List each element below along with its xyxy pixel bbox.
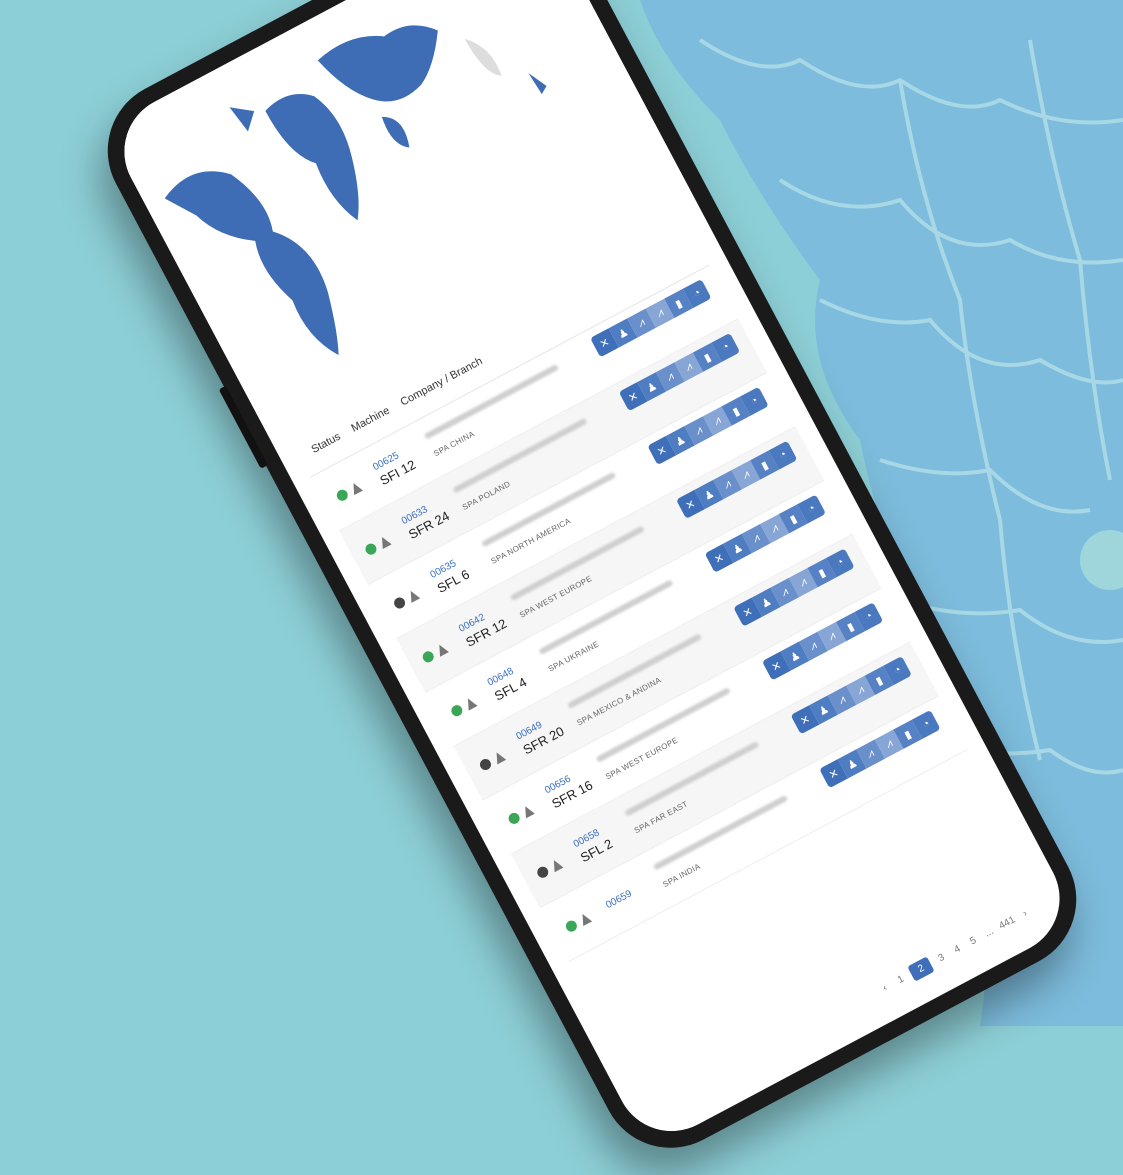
machine-type-icon xyxy=(520,803,535,818)
page-3-button[interactable]: 3 xyxy=(934,950,950,965)
status-cell xyxy=(563,902,610,934)
chart-icon: ⩘ xyxy=(778,585,791,599)
status-indicator-icon xyxy=(449,702,465,718)
gauge-icon: ◔ xyxy=(720,340,732,355)
chart-icon: ⩘ xyxy=(721,477,733,492)
status-cell xyxy=(334,471,381,503)
status-cell xyxy=(535,848,581,880)
machine-cell: 00642 SFR 12 xyxy=(457,597,523,650)
chart-icon: ⩘ xyxy=(883,736,895,751)
wrench-icon: ✕ xyxy=(683,497,698,513)
chart-icon: ⩘ xyxy=(807,639,819,653)
person-icon: ♟ xyxy=(845,756,860,772)
gauge-icon: ◔ xyxy=(777,448,789,462)
chart-icon: ⩘ xyxy=(836,692,848,707)
branch-name: SPA INDIA xyxy=(661,861,702,890)
wrench-icon: ✕ xyxy=(826,766,841,782)
status-cell xyxy=(506,794,552,826)
wrench-icon: ✕ xyxy=(740,605,755,621)
person-icon: ♟ xyxy=(673,433,688,449)
phone-icon: ▮ xyxy=(873,674,885,688)
page-5-button[interactable]: 5 xyxy=(965,934,981,949)
status-indicator-icon xyxy=(563,918,579,934)
chart-icon: ⩘ xyxy=(797,575,809,589)
chart-icon: ⩘ xyxy=(692,423,705,438)
status-indicator-icon xyxy=(506,810,522,826)
status-indicator-icon xyxy=(420,648,436,664)
page-ellipsis: ... xyxy=(982,925,996,940)
phone-icon: ▮ xyxy=(845,620,857,634)
chart-icon: ⩘ xyxy=(864,746,876,761)
page-1-button[interactable]: 1 xyxy=(893,972,909,987)
machine-type-icon xyxy=(434,641,449,657)
machine-type-icon xyxy=(463,695,478,711)
machine-type-icon xyxy=(491,749,506,765)
phone-icon: ▮ xyxy=(902,728,914,742)
wrench-icon: ✕ xyxy=(769,658,784,674)
machine-type-icon xyxy=(406,588,421,603)
page-4-button[interactable]: 4 xyxy=(950,942,966,957)
status-indicator-icon xyxy=(363,541,379,557)
wrench-icon: ✕ xyxy=(712,551,727,567)
person-icon: ♟ xyxy=(816,702,831,719)
status-cell xyxy=(391,579,438,610)
chart-icon: ⩘ xyxy=(654,306,666,320)
gauge-icon: ◔ xyxy=(891,663,904,678)
status-indicator-icon xyxy=(535,864,550,880)
person-icon: ♟ xyxy=(644,379,660,395)
person-icon: ♟ xyxy=(616,325,631,342)
status-indicator-icon xyxy=(391,595,407,610)
chart-icon: ⩘ xyxy=(740,467,752,482)
machine-cell: 00659 xyxy=(604,873,663,913)
chart-icon: ⩘ xyxy=(826,629,838,643)
gauge-icon: ◔ xyxy=(805,502,818,516)
machine-id-link[interactable]: 00659 xyxy=(604,873,662,911)
status-indicator-icon xyxy=(477,756,493,772)
machine-type-icon xyxy=(377,534,392,549)
page-last-button[interactable]: 441 xyxy=(997,914,1017,932)
page-2-button[interactable]: 2 xyxy=(907,956,935,982)
gauge-icon: ◔ xyxy=(748,394,761,409)
status-indicator-icon xyxy=(334,487,350,503)
branch-name: SPA CHINA xyxy=(432,429,476,459)
phone-icon: ▮ xyxy=(673,297,685,311)
phone-icon: ▮ xyxy=(816,566,828,580)
page-next-button[interactable]: › xyxy=(1017,906,1033,921)
status-cell xyxy=(363,525,409,557)
phone-icon: ▮ xyxy=(787,512,799,527)
wrench-icon: ✕ xyxy=(626,389,641,405)
wrench-icon: ✕ xyxy=(655,443,669,459)
machine-type-icon xyxy=(549,857,564,872)
phone-icon: ▮ xyxy=(730,404,742,419)
gauge-icon: ◔ xyxy=(834,555,847,570)
gauge-icon: ◔ xyxy=(691,286,703,301)
status-cell xyxy=(449,686,495,718)
phone-icon: ▮ xyxy=(759,458,771,473)
chart-icon: ⩘ xyxy=(682,359,695,374)
person-icon: ♟ xyxy=(701,487,717,503)
phone-icon: ▮ xyxy=(701,350,713,365)
chart-icon: ⩘ xyxy=(854,683,866,697)
person-icon: ♟ xyxy=(759,595,774,611)
machine-type-icon xyxy=(348,480,363,495)
page-prev-button[interactable]: ‹ xyxy=(877,980,893,995)
chart-icon: ⩘ xyxy=(664,369,676,384)
status-cell xyxy=(420,633,467,664)
person-icon: ♟ xyxy=(787,648,803,665)
chart-icon: ⩘ xyxy=(750,531,762,545)
gauge-icon: ◔ xyxy=(920,717,933,732)
chart-icon: ⩘ xyxy=(635,315,647,330)
machine-cell: 00635 SFL 6 xyxy=(429,543,495,596)
status-cell xyxy=(477,740,524,772)
chart-icon: ⩘ xyxy=(711,413,723,428)
wrench-icon: ✕ xyxy=(798,712,813,728)
column-status[interactable]: Status xyxy=(310,431,343,456)
machine-type-icon xyxy=(577,911,592,926)
gauge-icon: ◔ xyxy=(863,609,875,624)
person-icon: ♟ xyxy=(730,541,745,557)
wrench-icon: ✕ xyxy=(597,335,612,351)
chart-icon: ⩘ xyxy=(768,521,780,536)
column-machine[interactable]: Machine xyxy=(349,405,391,435)
